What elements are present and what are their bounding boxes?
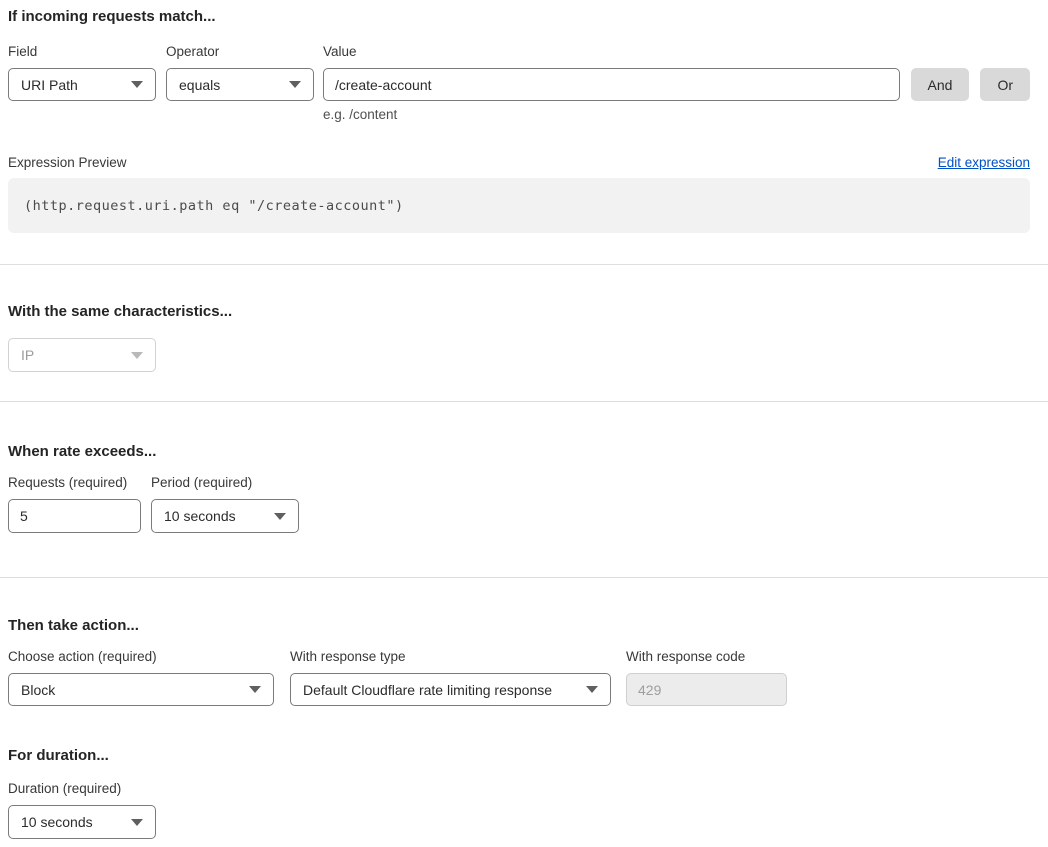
rate-heading: When rate exceeds... <box>8 442 1030 462</box>
chevron-down-icon <box>289 81 301 88</box>
requests-group: Requests (required) <box>8 474 141 533</box>
characteristics-heading: With the same characteristics... <box>8 302 1030 322</box>
duration-group: Duration (required) 10 seconds <box>8 780 156 839</box>
section-characteristics: With the same characteristics... IP <box>0 265 1048 401</box>
response-code-group: With response code <box>626 648 787 706</box>
expression-preview-header: Expression Preview Edit expression <box>8 155 1030 170</box>
choose-action-select-value: Block <box>21 682 55 698</box>
duration-heading: For duration... <box>8 746 1030 766</box>
duration-label: Duration (required) <box>8 780 156 797</box>
value-input[interactable] <box>323 68 900 101</box>
requests-label: Requests (required) <box>8 474 141 491</box>
operator-group: Operator equals <box>166 43 314 101</box>
value-label: Value <box>323 43 900 60</box>
response-type-select-value: Default Cloudflare rate limiting respons… <box>303 682 552 698</box>
field-select-value: URI Path <box>21 77 78 93</box>
or-button[interactable]: Or <box>980 68 1030 101</box>
response-type-label: With response type <box>290 648 611 665</box>
chevron-down-icon <box>131 352 143 359</box>
response-type-select[interactable]: Default Cloudflare rate limiting respons… <box>290 673 611 706</box>
choose-action-select[interactable]: Block <box>8 673 274 706</box>
chevron-down-icon <box>586 686 598 693</box>
period-select[interactable]: 10 seconds <box>151 499 299 533</box>
period-label: Period (required) <box>151 474 299 491</box>
section-match: If incoming requests match... Field URI … <box>0 0 1048 264</box>
rate-controls-row: Requests (required) Period (required) 10… <box>8 474 1030 533</box>
field-group: Field URI Path <box>8 43 156 101</box>
match-controls-row: Field URI Path Operator equals Value e.g… <box>8 43 1030 123</box>
value-group: Value e.g. /content <box>323 43 900 123</box>
rate-limiting-rule-form: If incoming requests match... Field URI … <box>0 0 1048 847</box>
chevron-down-icon <box>249 686 261 693</box>
requests-input[interactable] <box>8 499 141 533</box>
operator-select-value: equals <box>179 77 220 93</box>
match-heading: If incoming requests match... <box>8 7 1030 27</box>
value-hint: e.g. /content <box>323 107 900 123</box>
period-group: Period (required) 10 seconds <box>151 474 299 533</box>
section-rate: When rate exceeds... Requests (required)… <box>0 402 1048 577</box>
operator-label: Operator <box>166 43 314 60</box>
chevron-down-icon <box>131 819 143 826</box>
duration-select-value: 10 seconds <box>21 814 93 830</box>
expression-preview-label: Expression Preview <box>8 155 127 170</box>
expression-preview-box: (http.request.uri.path eq "/create-accou… <box>8 178 1030 233</box>
response-code-input <box>626 673 787 706</box>
response-code-label: With response code <box>626 648 787 665</box>
chevron-down-icon <box>274 513 286 520</box>
field-label: Field <box>8 43 156 60</box>
chevron-down-icon <box>131 81 143 88</box>
choose-action-group: Choose action (required) Block <box>8 648 274 706</box>
field-select[interactable]: URI Path <box>8 68 156 101</box>
period-select-value: 10 seconds <box>164 508 236 524</box>
characteristic-select-value: IP <box>21 347 34 363</box>
and-button[interactable]: And <box>911 68 970 101</box>
choose-action-label: Choose action (required) <box>8 648 274 665</box>
expression-code: (http.request.uri.path eq "/create-accou… <box>24 198 404 214</box>
operator-select[interactable]: equals <box>166 68 314 101</box>
edit-expression-link[interactable]: Edit expression <box>938 155 1030 170</box>
response-type-group: With response type Default Cloudflare ra… <box>290 648 611 706</box>
or-button-column: Or <box>980 43 1030 101</box>
and-button-column: And <box>911 43 970 101</box>
action-heading: Then take action... <box>8 616 1030 636</box>
section-action: Then take action... Choose action (requi… <box>0 578 1048 706</box>
duration-select[interactable]: 10 seconds <box>8 805 156 839</box>
section-duration: For duration... Duration (required) 10 s… <box>0 706 1048 847</box>
action-controls-row: Choose action (required) Block With resp… <box>8 648 1030 706</box>
characteristic-select: IP <box>8 338 156 372</box>
